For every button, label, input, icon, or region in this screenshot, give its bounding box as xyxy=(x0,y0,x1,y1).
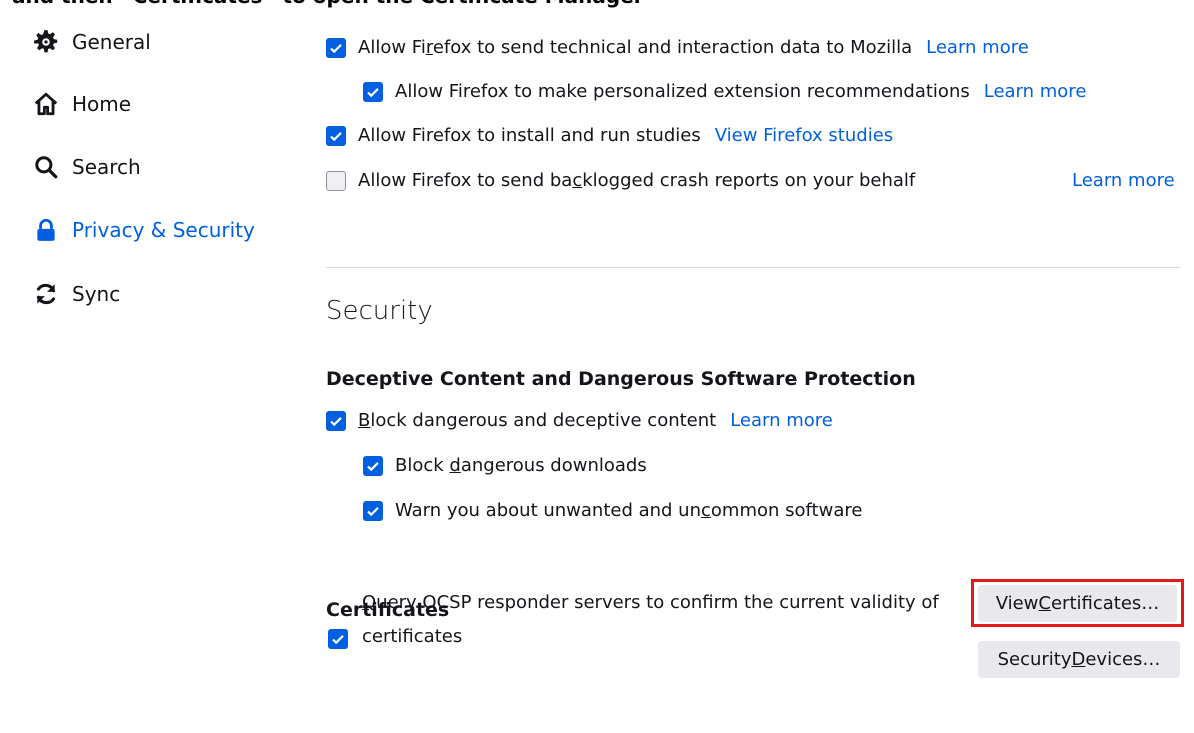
checkmark-icon xyxy=(367,461,379,471)
learn-more-link[interactable]: Learn more xyxy=(1072,170,1175,191)
crash-reports-checkbox[interactable] xyxy=(326,170,346,191)
extension-recommendations-option: Allow Firefox to make personalized exten… xyxy=(363,81,1086,102)
sidebar-item-label: Search xyxy=(72,155,141,179)
lock-icon xyxy=(32,216,60,244)
studies-option: Allow Firefox to install and run studies… xyxy=(326,125,893,146)
checkmark-icon xyxy=(367,87,379,97)
sidebar-item-label: General xyxy=(72,30,151,54)
block-deceptive-content-checkbox[interactable] xyxy=(326,410,346,431)
crash-reports-learn-more-wrap: Learn more xyxy=(1072,170,1175,191)
learn-more-link[interactable]: Learn more xyxy=(926,37,1029,58)
view-firefox-studies-link[interactable]: View Firefox studies xyxy=(715,125,893,146)
home-icon xyxy=(32,90,60,118)
crash-reports-option: Allow Firefox to send backlogged crash r… xyxy=(326,170,915,191)
extension-recommendations-checkbox[interactable] xyxy=(363,81,383,102)
warn-unwanted-software-option: Warn you about unwanted and uncommon sof… xyxy=(363,500,862,521)
section-divider xyxy=(326,267,1180,268)
block-dangerous-downloads-option: Block dangerous downloads xyxy=(363,455,647,476)
learn-more-link[interactable]: Learn more xyxy=(730,410,833,431)
studies-label: Allow Firefox to install and run studies xyxy=(358,125,701,146)
checkmark-icon xyxy=(330,416,342,426)
sidebar-item-label: Home xyxy=(72,92,132,116)
ocsp-line-1: Query OCSP responder servers to confirm … xyxy=(362,592,962,616)
checkmark-icon xyxy=(330,131,342,141)
sidebar-item-label: Sync xyxy=(72,282,121,306)
checkmark-icon xyxy=(330,43,342,53)
ocsp-label-line-2: certificates xyxy=(362,626,463,647)
sidebar: General Home Search Privacy & Security S… xyxy=(0,0,300,733)
crash-reports-label: Allow Firefox to send backlogged crash r… xyxy=(358,170,916,191)
technical-data-option: Allow Firefox to send technical and inte… xyxy=(326,37,1029,58)
warn-unwanted-software-label: Warn you about unwanted and uncommon sof… xyxy=(395,500,863,521)
checkmark-icon xyxy=(332,635,344,645)
sidebar-item-home[interactable]: Home xyxy=(32,84,131,124)
gear-icon xyxy=(32,28,60,56)
sync-icon xyxy=(32,280,60,308)
deceptive-content-heading: Deceptive Content and Dangerous Software… xyxy=(326,368,916,390)
block-deceptive-content-option: Block dangerous and deceptive content Le… xyxy=(326,410,833,431)
security-devices-button[interactable]: Security Devices… xyxy=(978,641,1180,678)
firefox-preferences-page: and then “Certificates” to open the Cert… xyxy=(0,0,1194,733)
block-deceptive-content-label: Block dangerous and deceptive content xyxy=(358,410,717,431)
warn-unwanted-software-checkbox[interactable] xyxy=(363,500,383,521)
block-dangerous-downloads-checkbox[interactable] xyxy=(363,455,383,476)
technical-data-checkbox[interactable] xyxy=(326,37,346,58)
technical-data-label: Allow Firefox to send technical and inte… xyxy=(358,37,913,58)
block-dangerous-downloads-label: Block dangerous downloads xyxy=(395,455,647,476)
sidebar-item-privacy-security[interactable]: Privacy & Security xyxy=(32,210,255,250)
sidebar-item-label: Privacy & Security xyxy=(72,218,255,242)
studies-checkbox[interactable] xyxy=(326,125,346,146)
search-icon xyxy=(32,153,60,181)
ocsp-checkbox[interactable] xyxy=(328,629,348,649)
sidebar-item-sync[interactable]: Sync xyxy=(32,274,120,314)
learn-more-link[interactable]: Learn more xyxy=(984,81,1087,102)
security-section-title: Security xyxy=(326,296,433,326)
ocsp-label-line-1: Query OCSP responder servers to confirm … xyxy=(362,592,939,613)
ocsp-line-2: certificates xyxy=(362,626,462,647)
sidebar-item-general[interactable]: General xyxy=(32,22,151,62)
extension-recommendations-label: Allow Firefox to make personalized exten… xyxy=(395,81,970,102)
sidebar-item-search[interactable]: Search xyxy=(32,147,141,187)
highlight-box xyxy=(971,579,1184,627)
checkmark-icon xyxy=(367,506,379,516)
